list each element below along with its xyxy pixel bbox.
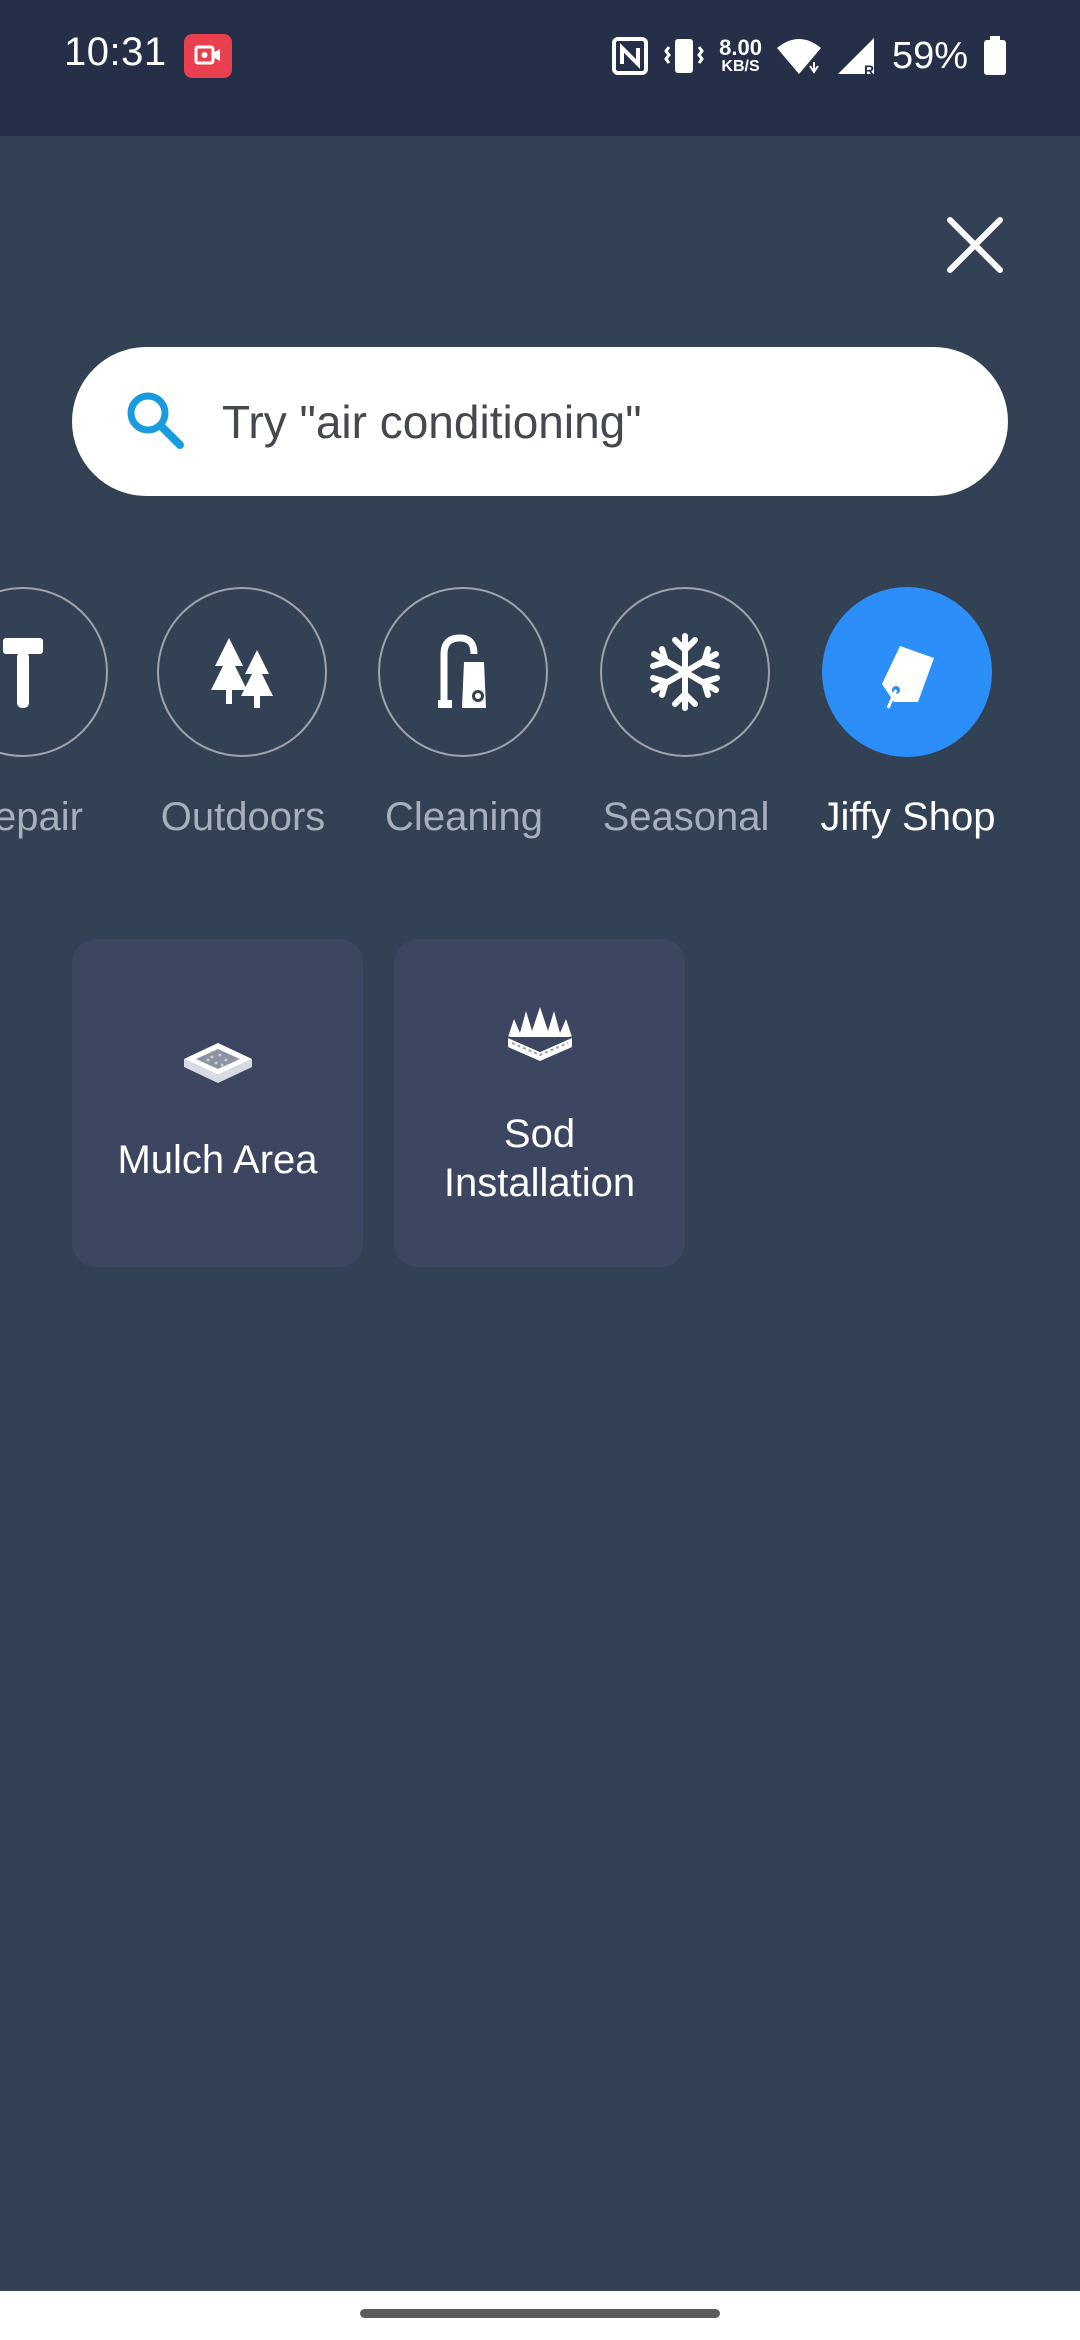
status-icons: 8.00 KB/S R 59% xyxy=(611,28,1008,84)
category-cleaning[interactable]: Cleaning xyxy=(354,585,574,855)
search-input[interactable] xyxy=(222,347,982,496)
wifi-icon xyxy=(776,36,822,76)
trees-icon xyxy=(211,638,273,708)
mulch-icon xyxy=(72,1039,363,1089)
cell-signal-icon: R xyxy=(836,36,878,76)
vibrate-icon xyxy=(663,35,705,77)
screen-record-icon xyxy=(184,34,232,78)
nfc-icon xyxy=(611,36,649,76)
vacuum-icon xyxy=(438,634,486,708)
category-carousel[interactable]: Repair Outdoors xyxy=(0,585,1080,855)
network-speed-unit: KB/S xyxy=(721,58,760,75)
service-label: Mulch Area xyxy=(117,1138,318,1182)
category-circle xyxy=(378,587,548,757)
network-speed-value: 8.00 xyxy=(719,35,762,60)
tag-icon xyxy=(882,646,934,709)
network-speed: 8.00 KB/S xyxy=(719,37,762,75)
category-jiffy-shop[interactable]: Jiffy Shop xyxy=(798,585,1018,855)
svg-text:R: R xyxy=(864,62,874,76)
close-icon xyxy=(947,217,1003,273)
snowflake-icon xyxy=(650,633,720,711)
navigation-gesture-area xyxy=(0,2291,1080,2340)
status-bar: 10:31 8.00 KB/S R 59% xyxy=(0,0,1080,136)
close-button[interactable] xyxy=(940,210,1010,280)
category-label: Seasonal xyxy=(602,795,770,839)
category-label: Jiffy Shop xyxy=(820,795,996,839)
category-outdoors[interactable]: Outdoors xyxy=(133,585,353,855)
search-icon xyxy=(127,392,184,449)
search-bar[interactable] xyxy=(72,347,1008,496)
service-card-sod-installation[interactable]: Sod Installation xyxy=(394,939,685,1267)
home-gesture-bar[interactable] xyxy=(360,2309,720,2318)
service-card-mulch-area[interactable]: Mulch Area xyxy=(72,939,363,1267)
app-screen: 10:31 8.00 KB/S R 59% Try "air condition… xyxy=(0,0,1080,2340)
category-circle xyxy=(600,587,770,757)
hammer-icon xyxy=(3,638,43,708)
battery-icon xyxy=(982,35,1008,77)
status-time: 10:31 xyxy=(64,30,167,74)
category-seasonal[interactable]: Seasonal xyxy=(576,585,796,855)
sod-icon xyxy=(394,1003,685,1069)
category-circle xyxy=(0,587,108,757)
category-circle xyxy=(157,587,327,757)
service-label: Sod Installation xyxy=(443,1112,636,1205)
battery-percent: 59% xyxy=(891,34,968,77)
category-label: Cleaning xyxy=(385,795,543,839)
category-circle xyxy=(822,587,992,757)
